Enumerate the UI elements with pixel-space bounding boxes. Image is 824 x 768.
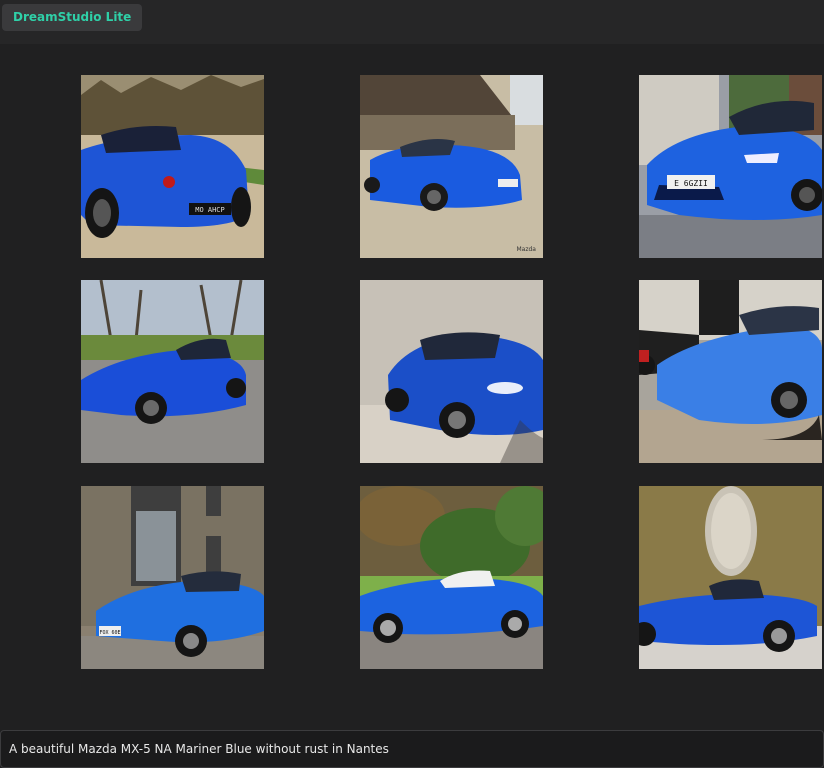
watermark-text: Mazda	[517, 246, 537, 253]
prompt-bar	[0, 730, 824, 768]
license-plate-text: MO AHCP	[195, 206, 225, 214]
gallery-image-6[interactable]	[639, 280, 822, 463]
gallery-image-5[interactable]	[360, 280, 543, 463]
gallery-image-8[interactable]	[360, 486, 543, 669]
gallery-image-9[interactable]	[639, 486, 822, 669]
prompt-input[interactable]	[9, 731, 809, 767]
blue-roadster-hardtop-image	[360, 486, 543, 669]
app-window: DreamStudio Lite MO AHCP Mazda E 6GZII F…	[0, 0, 824, 768]
license-plate-text: E 6GZII	[674, 179, 708, 188]
blue-roadster-front-image: E 6GZII	[639, 75, 822, 258]
blue-roadster-building-image: FOX 60E	[81, 486, 264, 669]
blue-roadster-sculpture-image	[639, 486, 822, 669]
gallery-image-1[interactable]: MO AHCP	[81, 75, 264, 258]
gallery-image-3[interactable]: E 6GZII	[639, 75, 822, 258]
gallery-image-2[interactable]: Mazda	[360, 75, 543, 258]
blue-roadster-park-image	[81, 280, 264, 463]
blue-roadster-garage-image	[639, 280, 822, 463]
license-plate-text: FOX 60E	[99, 630, 120, 636]
app-logo-button[interactable]: DreamStudio Lite	[2, 4, 143, 31]
image-gallery: MO AHCP Mazda E 6GZII FOX 60E	[0, 44, 824, 730]
gallery-image-7[interactable]: FOX 60E	[81, 486, 264, 669]
blue-roadster-barn-image: Mazda	[360, 75, 543, 258]
blue-roadster-studio-image	[360, 280, 543, 463]
gallery-image-4[interactable]	[81, 280, 264, 463]
top-bar: DreamStudio Lite	[0, 0, 824, 44]
blue-roadster-rear-image: MO AHCP	[81, 75, 264, 258]
